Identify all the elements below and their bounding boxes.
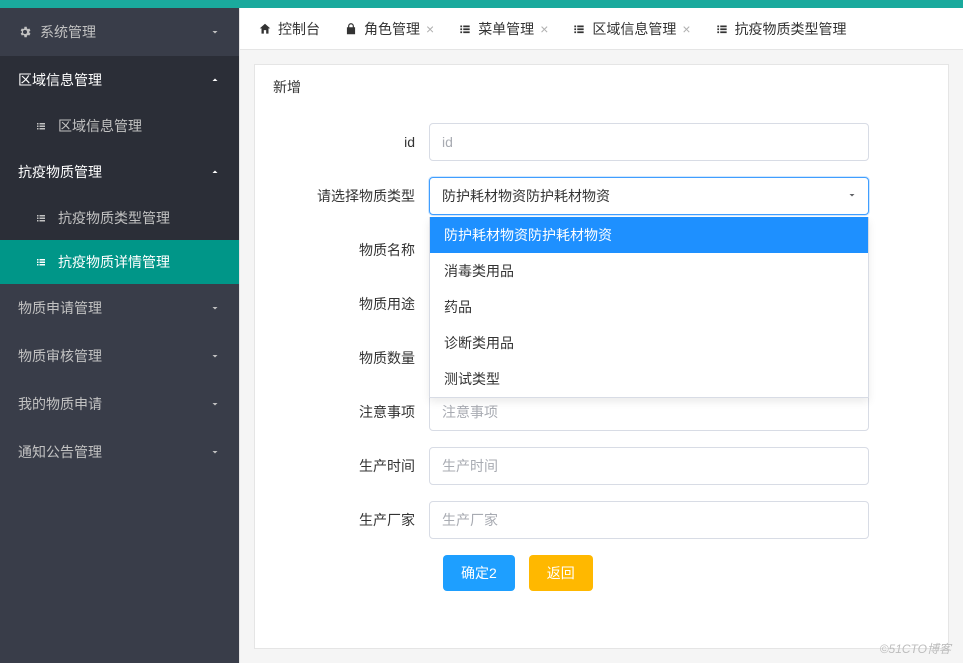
chevron-up-icon [209,166,221,178]
list-icon [34,212,48,224]
tab-label: 角色管理 [364,19,420,39]
sidebar-label: 区域信息管理 [18,70,102,90]
label-usage: 物质用途 [279,294,429,314]
list-icon [34,256,48,268]
home-icon [258,22,272,36]
tab-label: 菜单管理 [478,19,534,39]
sidebar-item-region-info[interactable]: 区域信息管理 [0,104,239,148]
sidebar-group-my-apply[interactable]: 我的物质申请 [0,380,239,428]
tab-label: 控制台 [278,19,320,39]
close-icon[interactable]: × [426,21,434,37]
label-maker: 生产厂家 [279,510,429,530]
tab-menu[interactable]: 菜单管理 × [448,8,558,50]
select-option[interactable]: 药品 [430,289,868,325]
label-id: id [279,134,429,150]
sidebar-item-label: 抗疫物质类型管理 [58,208,170,228]
sidebar-label: 物质审核管理 [18,346,102,366]
list-icon [458,22,472,36]
label-name: 物质名称 [279,240,429,260]
chevron-down-icon [209,350,221,362]
input-note[interactable] [429,393,869,431]
tab-role[interactable]: 角色管理 × [334,8,444,50]
sidebar-item-label: 抗疫物质详情管理 [58,252,170,272]
label-type: 请选择物质类型 [279,186,429,206]
chevron-down-icon [209,398,221,410]
select-option[interactable]: 测试类型 [430,361,868,397]
chevron-down-icon [209,26,221,38]
sidebar-label: 抗疫物质管理 [18,162,102,182]
select-option[interactable]: 诊断类用品 [430,325,868,361]
select-value: 防护耗材物资防护耗材物资 [442,186,610,206]
sidebar-item-material-type[interactable]: 抗疫物质类型管理 [0,196,239,240]
list-icon [34,120,48,132]
sidebar-group-notice[interactable]: 通知公告管理 [0,428,239,476]
sidebar-group-system[interactable]: 系统管理 [0,8,239,56]
chevron-down-icon [209,446,221,458]
sidebar-item-material-detail[interactable]: 抗疫物质详情管理 [0,240,239,284]
sidebar: 系统管理 区域信息管理 区域信息管理 [0,8,239,663]
sidebar-group-region[interactable]: 区域信息管理 [0,56,239,104]
list-icon [715,22,729,36]
content-area: 控制台 角色管理 × 菜单管理 × [239,8,963,663]
list-icon [572,22,586,36]
lock-icon [344,22,358,36]
close-icon[interactable]: × [682,21,690,37]
select-dropdown: 防护耗材物资防护耗材物资 消毒类用品 药品 诊断类用品 测试类型 [429,217,869,398]
label-ptime: 生产时间 [279,456,429,476]
select-option[interactable]: 防护耗材物资防护耗材物资 [430,217,868,253]
tab-label: 抗疫物质类型管理 [735,19,847,39]
sidebar-label: 物质申请管理 [18,298,102,318]
form: id 请选择物质类型 防护耗材物资防护耗材物资 [255,109,948,591]
sidebar-group-material[interactable]: 抗疫物质管理 [0,148,239,196]
label-qty: 物质数量 [279,348,429,368]
close-icon[interactable]: × [540,21,548,37]
sidebar-group-apply[interactable]: 物质申请管理 [0,284,239,332]
input-ptime[interactable] [429,447,869,485]
sidebar-label: 我的物质申请 [18,394,102,414]
sidebar-item-label: 区域信息管理 [58,116,142,136]
input-maker[interactable] [429,501,869,539]
panel-title: 新增 [255,65,948,109]
tab-material-type[interactable]: 抗疫物质类型管理 [705,8,857,50]
select-material-type[interactable]: 防护耗材物资防护耗材物资 [429,177,869,215]
panel: 新增 id 请选择物质类型 防护耗材物资防护 [254,64,949,649]
label-note: 注意事项 [279,402,429,422]
sidebar-label: 通知公告管理 [18,442,102,462]
input-id[interactable] [429,123,869,161]
back-button[interactable]: 返回 [529,555,593,591]
tab-console[interactable]: 控制台 [248,8,330,50]
tab-label: 区域信息管理 [592,19,676,39]
sidebar-group-audit[interactable]: 物质审核管理 [0,332,239,380]
select-option[interactable]: 消毒类用品 [430,253,868,289]
chevron-up-icon [209,74,221,86]
submit-button[interactable]: 确定2 [443,555,515,591]
tab-bar: 控制台 角色管理 × 菜单管理 × [240,8,963,50]
chevron-down-icon [846,188,858,204]
gear-icon [18,25,32,39]
tab-region[interactable]: 区域信息管理 × [562,8,700,50]
top-accent-bar [0,0,963,8]
sidebar-label: 系统管理 [40,22,96,42]
chevron-down-icon [209,302,221,314]
